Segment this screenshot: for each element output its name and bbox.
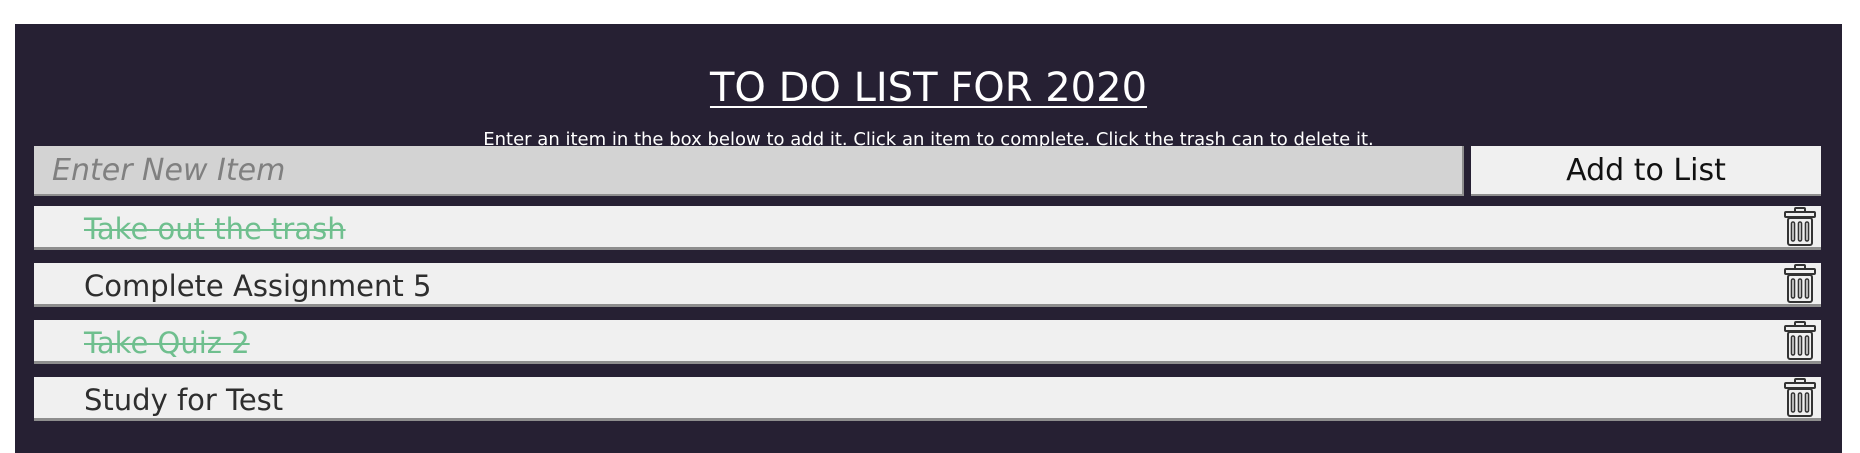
todo-item-text: Complete Assignment 5 [84,269,432,303]
todo-item-text: Take Quiz 2 [84,326,250,360]
page-title: TO DO LIST FOR 2020 [709,65,1148,111]
trash-icon[interactable] [1783,378,1817,418]
todo-item[interactable]: Study for Test [34,377,1821,421]
trash-icon[interactable] [1783,321,1817,361]
todo-item[interactable]: Take Quiz 2 [34,320,1821,364]
todo-item[interactable]: Take out the trash [34,206,1821,250]
add-to-list-button[interactable]: Add to List [1471,146,1821,196]
todo-panel: TO DO LIST FOR 2020 Enter an item in the… [15,24,1842,453]
todo-item-text: Take out the trash [84,212,346,246]
new-item-input[interactable] [34,146,1464,196]
trash-icon[interactable] [1783,207,1817,247]
todo-item[interactable]: Complete Assignment 5 [34,263,1821,307]
trash-icon[interactable] [1783,264,1817,304]
todo-item-text: Study for Test [84,383,284,417]
todo-list: Take out the trash Complete Assignment 5 [34,206,1821,434]
